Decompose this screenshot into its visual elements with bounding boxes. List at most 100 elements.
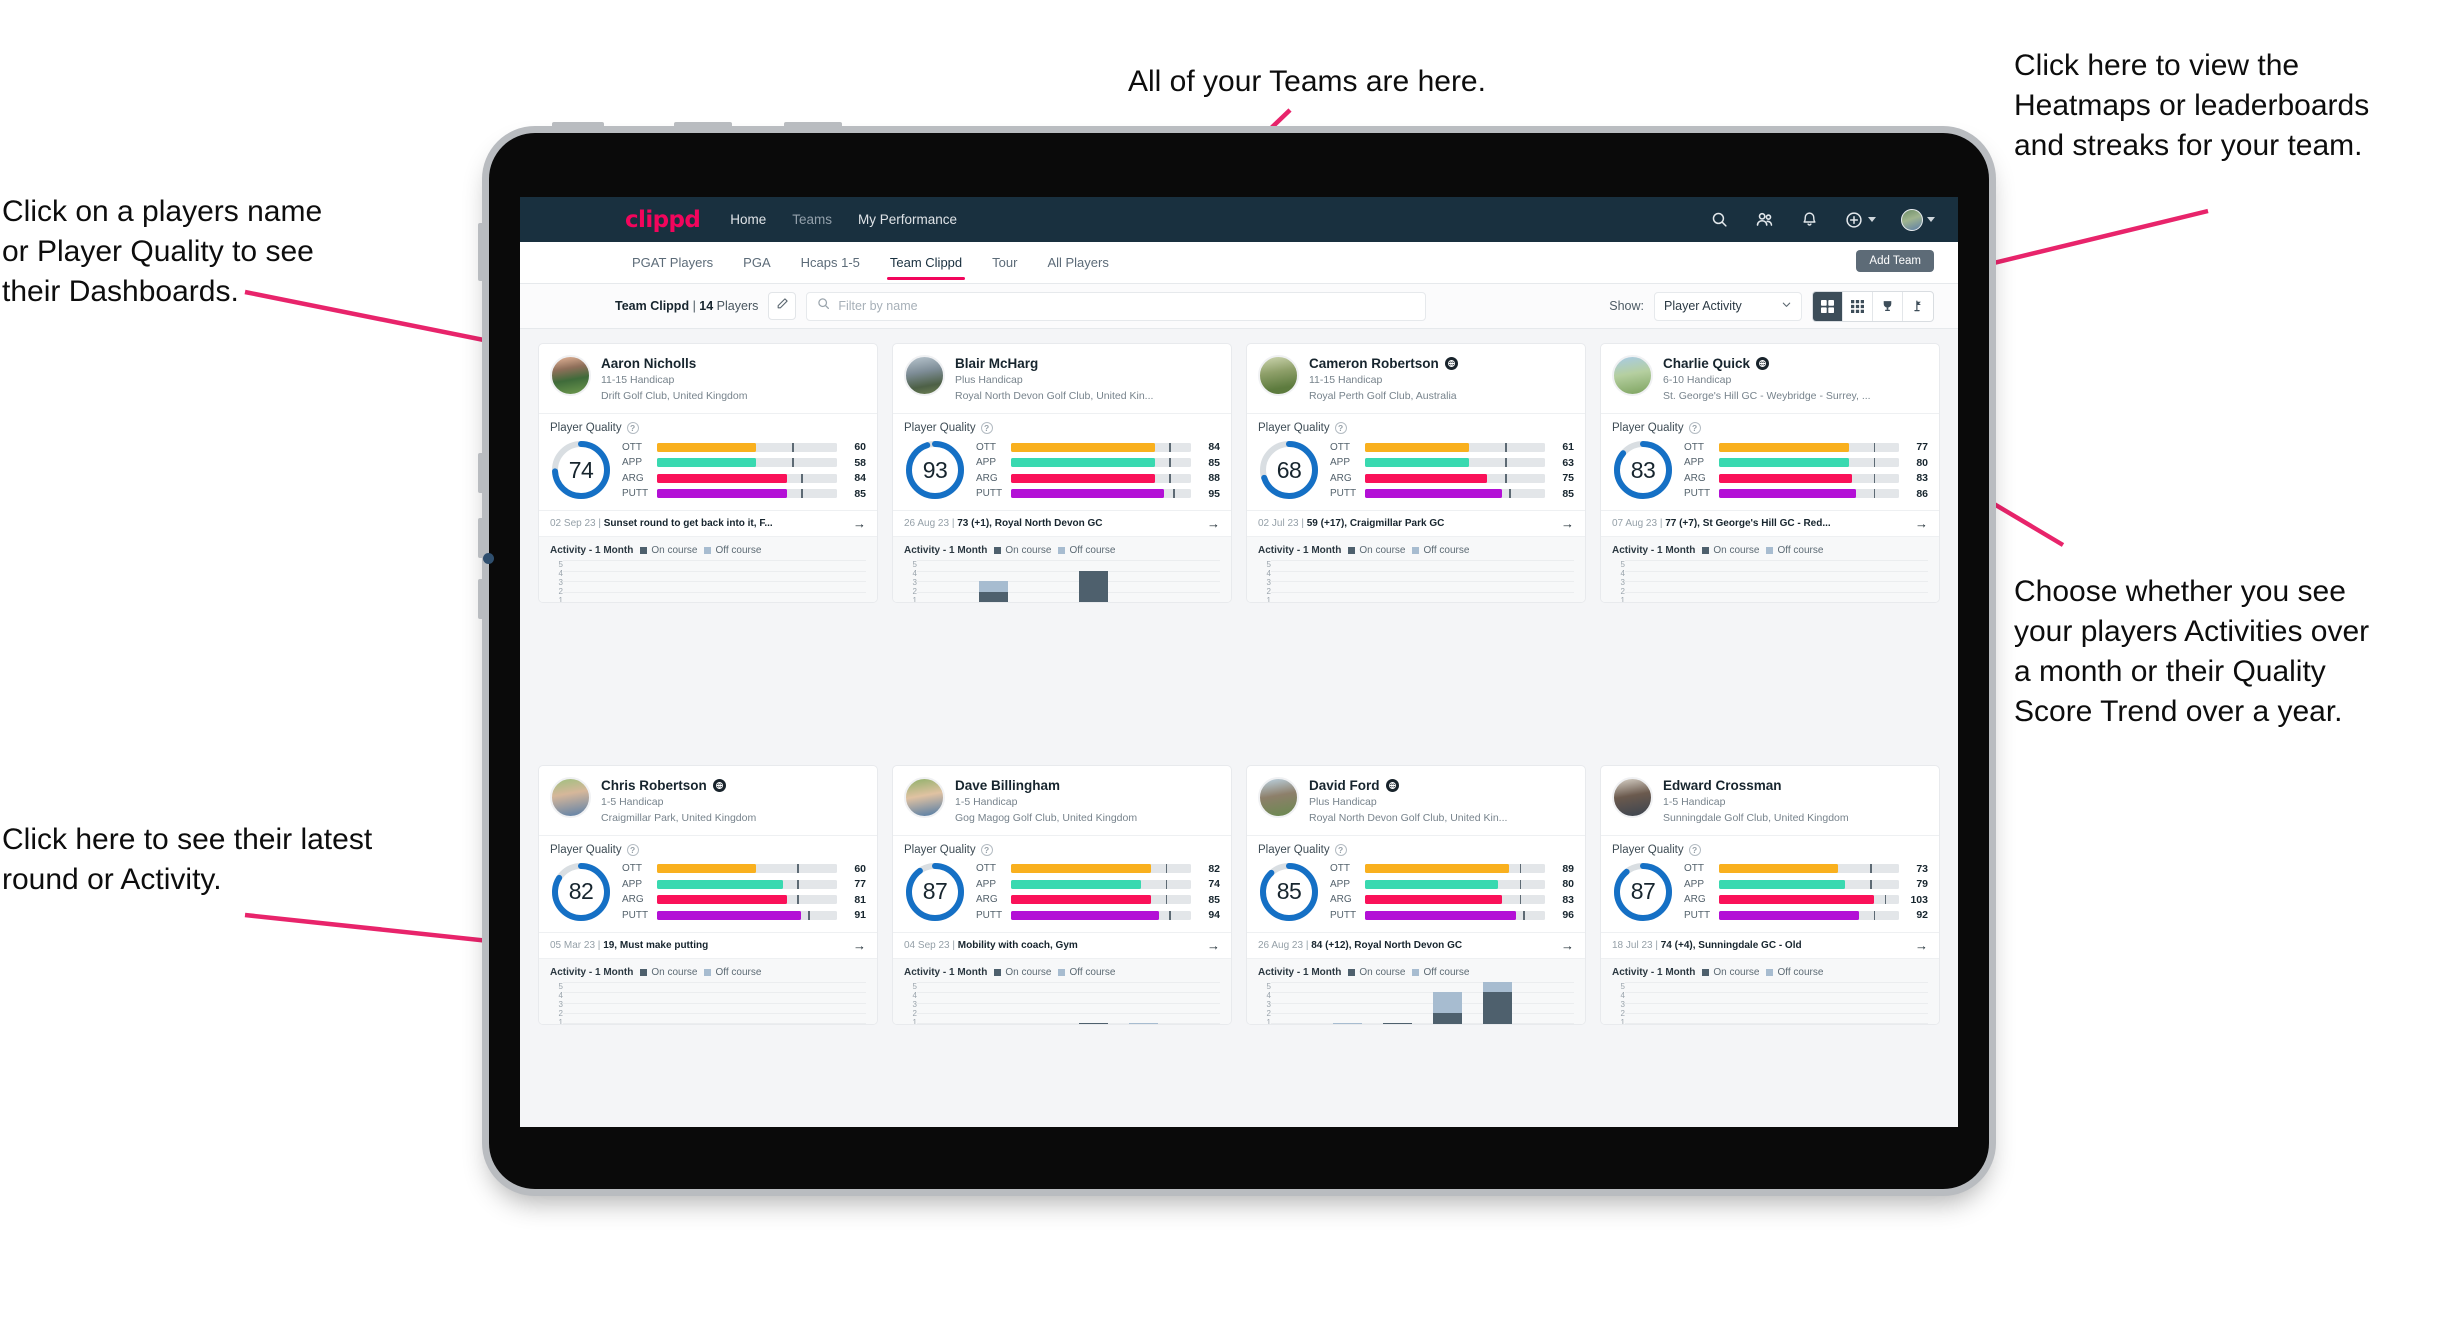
activity-bar[interactable]	[1687, 560, 1717, 602]
latest-round-row[interactable]: 18 Jul 23 | 74 (+4), Sunningdale GC - Ol…	[1601, 931, 1939, 959]
help-icon[interactable]: ?	[1688, 843, 1701, 856]
player-name[interactable]: Cameron Robertson	[1309, 356, 1439, 371]
player-name[interactable]: Dave Billingham	[955, 778, 1060, 793]
avatar[interactable]	[1258, 355, 1299, 396]
flag-icon[interactable]	[1903, 292, 1933, 321]
activity-bar[interactable]	[1029, 560, 1059, 602]
activity-bar[interactable]	[825, 982, 854, 1024]
player-name[interactable]: Blair McHarg	[955, 356, 1038, 371]
nav-link-home[interactable]: Home	[730, 212, 766, 227]
activity-bar[interactable]	[1483, 560, 1512, 602]
arrow-right-icon[interactable]: →	[1915, 517, 1928, 530]
activity-bar[interactable]	[1029, 982, 1058, 1024]
activity-bar[interactable]	[1787, 560, 1816, 602]
activity-bar[interactable]	[1432, 982, 1462, 1024]
activity-bar[interactable]	[1533, 982, 1562, 1024]
arrow-right-icon[interactable]: →	[1915, 939, 1928, 952]
player-name[interactable]: Chris Robertson	[601, 778, 707, 793]
player-card[interactable]: Edward Crossman 1-5 Handicap Sunningdale G…	[1600, 764, 1940, 1025]
activity-bar[interactable]	[1283, 560, 1312, 602]
tab-pgat-players[interactable]: PGAT Players	[632, 242, 713, 283]
tab-tour[interactable]: Tour	[992, 242, 1017, 283]
tab-hcaps-1-5[interactable]: Hcaps 1-5	[801, 242, 860, 283]
edit-team-button[interactable]	[768, 292, 797, 320]
player-name[interactable]: David Ford	[1309, 778, 1380, 793]
arrow-right-icon[interactable]: →	[1561, 517, 1574, 530]
player-quality-section[interactable]: Player Quality? 82 OTT 60 APP 77 ARG 81 PUTT 91	[539, 834, 877, 932]
clippd-logo[interactable]: clippd	[625, 207, 701, 233]
bell-icon[interactable]	[1799, 210, 1819, 230]
avatar[interactable]	[1612, 776, 1653, 818]
latest-round-row[interactable]: 04 Sep 23 | Mobility with coach, Gym →	[893, 931, 1231, 959]
player-card[interactable]: Blair McHarg Plus Handicap Royal North Dev…	[892, 343, 1232, 603]
plus-circle-icon[interactable]	[1844, 210, 1864, 230]
activity-bar[interactable]	[929, 560, 958, 602]
activity-bar[interactable]	[625, 560, 654, 602]
player-name[interactable]: Charlie Quick	[1663, 356, 1750, 371]
player-card[interactable]: David Ford Plus Handicap Royal North Devon…	[1246, 764, 1586, 1025]
activity-bar[interactable]	[625, 982, 654, 1024]
player-card[interactable]: Chris Robertson 1-5 Handicap Craigmillar P…	[538, 764, 878, 1025]
latest-round-row[interactable]: 26 Aug 23 | 73 (+1), Royal North Devon G…	[893, 510, 1231, 538]
activity-bar[interactable]	[1637, 982, 1666, 1024]
activity-bar[interactable]	[1533, 560, 1562, 602]
arrow-right-icon[interactable]: →	[1207, 517, 1220, 530]
activity-bar[interactable]	[979, 982, 1008, 1024]
activity-bar[interactable]	[775, 982, 804, 1024]
help-icon[interactable]: ?	[1334, 843, 1347, 856]
player-quality-section[interactable]: Player Quality? 68 OTT 61 APP 63 ARG 75 PUTT 85	[1247, 413, 1585, 510]
help-icon[interactable]: ?	[980, 422, 993, 435]
activity-bar[interactable]	[1687, 982, 1716, 1024]
player-quality-section[interactable]: Player Quality? 85 OTT 89 APP 80 ARG 83 PUTT 96	[1247, 834, 1585, 932]
activity-bar[interactable]	[725, 560, 754, 602]
activity-bar[interactable]	[1787, 982, 1816, 1024]
activity-bar[interactable]	[1179, 982, 1208, 1024]
help-icon[interactable]: ?	[626, 422, 639, 435]
activity-bar[interactable]	[1737, 982, 1766, 1024]
activity-bar[interactable]	[1737, 560, 1766, 602]
activity-bar[interactable]	[1128, 982, 1158, 1024]
tab-team-clippd[interactable]: Team Clippd	[886, 242, 966, 283]
avatar[interactable]	[1258, 776, 1299, 818]
nav-link-teams[interactable]: Teams	[792, 212, 832, 227]
activity-bar[interactable]	[1887, 560, 1916, 602]
player-quality-section[interactable]: Player Quality? 87 OTT 82 APP 74 ARG 85 PUTT 94	[893, 834, 1231, 932]
activity-bar[interactable]	[1129, 560, 1158, 602]
show-select[interactable]: Player Activity	[1654, 291, 1802, 321]
activity-bar[interactable]	[1179, 560, 1208, 602]
arrow-right-icon[interactable]: →	[853, 517, 866, 530]
activity-bar[interactable]	[1482, 981, 1512, 1024]
activity-bar[interactable]	[1333, 560, 1362, 602]
activity-bar[interactable]	[1433, 560, 1462, 602]
avatar[interactable]	[1901, 208, 1923, 231]
latest-round-row[interactable]: 02 Jul 23 | 59 (+17), Craigmillar Park G…	[1247, 510, 1585, 538]
activity-bar[interactable]	[1887, 982, 1916, 1024]
player-card[interactable]: Cameron Robertson 11-15 Handicap Royal Per…	[1246, 343, 1586, 603]
help-icon[interactable]: ?	[626, 843, 639, 856]
activity-bar[interactable]	[1837, 982, 1866, 1024]
activity-bar[interactable]	[675, 560, 704, 602]
activity-bar[interactable]	[1333, 982, 1363, 1024]
grid-large-icon[interactable]	[1813, 291, 1843, 321]
activity-bar[interactable]	[1283, 982, 1312, 1024]
activity-bar[interactable]	[675, 982, 704, 1024]
activity-bar[interactable]	[1637, 560, 1666, 602]
help-icon[interactable]: ?	[980, 843, 993, 856]
player-card[interactable]: Charlie Quick 6-10 Handicap St. George's H…	[1600, 343, 1940, 603]
arrow-right-icon[interactable]: →	[853, 939, 866, 952]
latest-round-row[interactable]: 02 Sep 23 | Sunset round to get back int…	[539, 510, 877, 538]
activity-bar[interactable]	[929, 982, 958, 1024]
nav-link-my-performance[interactable]: My Performance	[858, 212, 957, 227]
activity-bar[interactable]	[1383, 560, 1412, 602]
search-field[interactable]: Filter by name	[806, 291, 1427, 321]
player-quality-section[interactable]: Player Quality? 74 OTT 60 APP 58 ARG 84 PUTT 85	[539, 413, 877, 510]
latest-round-row[interactable]: 26 Aug 23 | 84 (+12), Royal North Devon …	[1247, 931, 1585, 959]
account-menu[interactable]	[1901, 208, 1935, 231]
add-team-button[interactable]: Add Team	[1856, 250, 1934, 272]
help-icon[interactable]: ?	[1334, 422, 1347, 435]
player-card[interactable]: Dave Billingham 1-5 Handicap Gog Magog Gol…	[892, 764, 1232, 1025]
add-menu[interactable]	[1844, 210, 1876, 230]
help-icon[interactable]: ?	[1688, 422, 1701, 435]
trophy-icon[interactable]	[1873, 291, 1903, 321]
activity-bar[interactable]	[575, 982, 604, 1024]
